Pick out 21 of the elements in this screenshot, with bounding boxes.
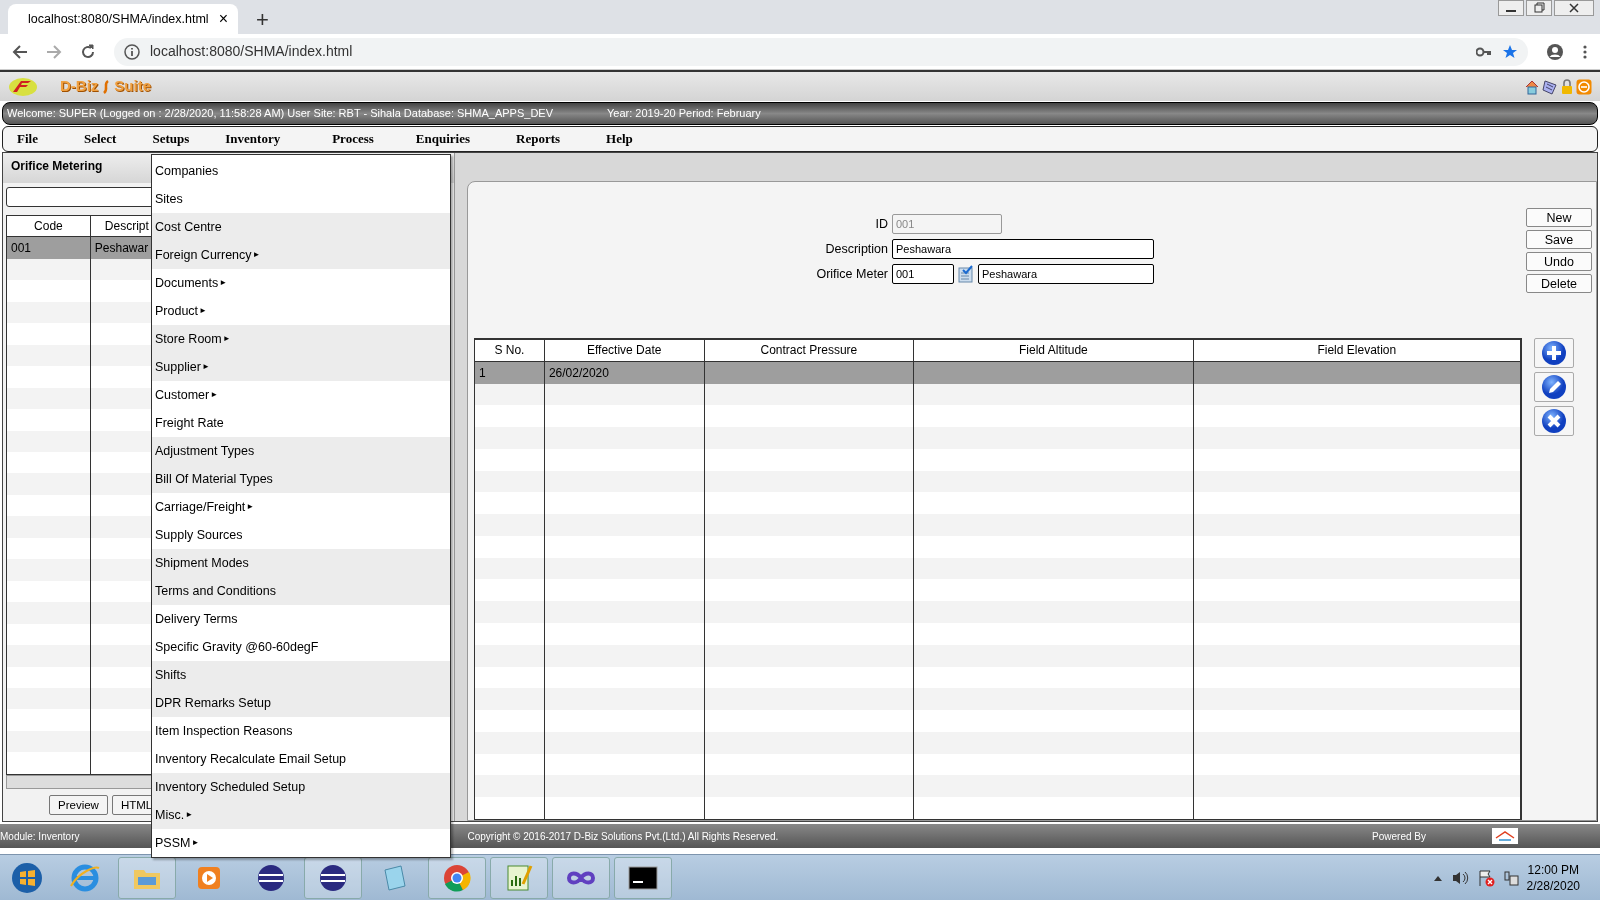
- panel-title: Orifice Metering: [11, 159, 103, 173]
- column-header: Code: [34, 218, 63, 236]
- field-label: Description: [824, 240, 888, 258]
- table-cell: 26/02/2020: [544, 361, 705, 384]
- field-label: Orifice Meter: [815, 265, 888, 283]
- logo-text: D-Biz: [60, 76, 99, 97]
- powered-by-text: Powered By: [1372, 829, 1426, 844]
- column-header: Descript: [104, 218, 149, 236]
- field-label: ID: [874, 215, 888, 233]
- column-header: Contract Pressure: [704, 340, 915, 361]
- column-header: Field Altitude: [914, 340, 1194, 361]
- period-text: Year: 2019-20 Period: February: [607, 106, 761, 122]
- logo-text: Suite: [114, 76, 151, 97]
- copyright-text: Copyright © 2016-2017 D-Biz Solutions Pvt.(Ltd.) All Rights Reserved.: [467, 829, 779, 844]
- module-text: Module: Inventory: [0, 829, 80, 844]
- column-header: S No.: [475, 340, 545, 361]
- table-cell: 1: [475, 361, 545, 384]
- table-cell: 001: [7, 237, 91, 259]
- column-header: Effective Date: [544, 340, 705, 361]
- welcome-text: Welcome: SUPER (Logged on : 2/28/2020, 11:58:28 AM) User Site: RBT - Sihala Database: SHMA_APPS_DEV: [7, 106, 553, 122]
- column-header: Field Elevation: [1193, 340, 1521, 361]
